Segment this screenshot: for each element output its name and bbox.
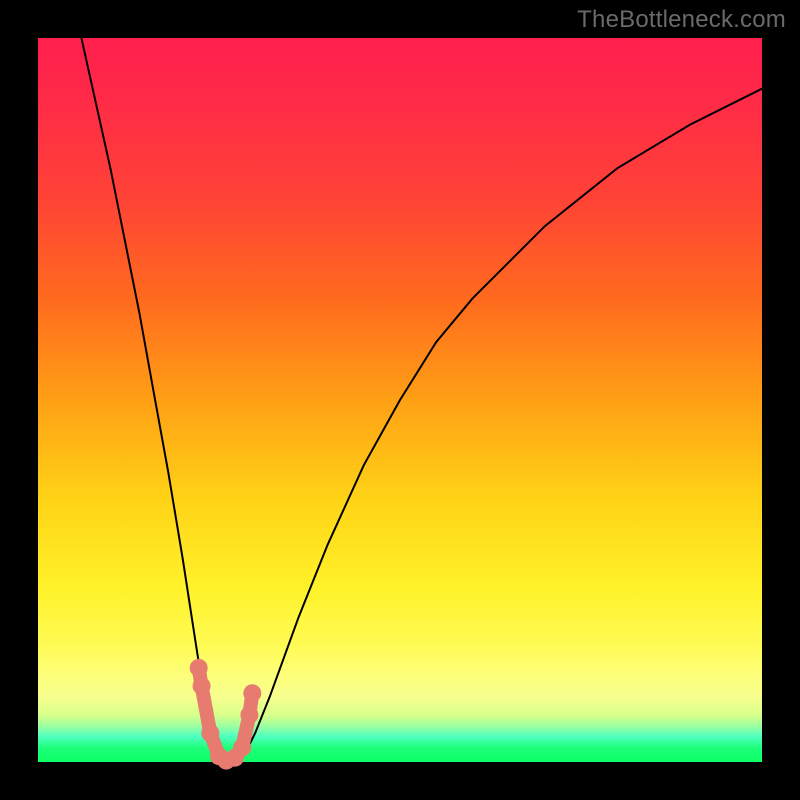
curve-path xyxy=(81,38,762,762)
plot-area xyxy=(38,38,762,762)
outer-frame: TheBottleneck.com xyxy=(0,0,800,800)
marker-dot xyxy=(233,739,251,757)
marker-dot xyxy=(201,724,219,742)
marker-dot xyxy=(243,684,261,702)
highlighted-points xyxy=(190,659,262,770)
curve-svg xyxy=(38,38,762,762)
watermark-text: TheBottleneck.com xyxy=(577,6,786,34)
bottleneck-curve xyxy=(81,38,762,762)
marker-dot xyxy=(193,677,211,695)
marker-dot xyxy=(190,659,208,677)
marker-dot xyxy=(240,706,258,724)
